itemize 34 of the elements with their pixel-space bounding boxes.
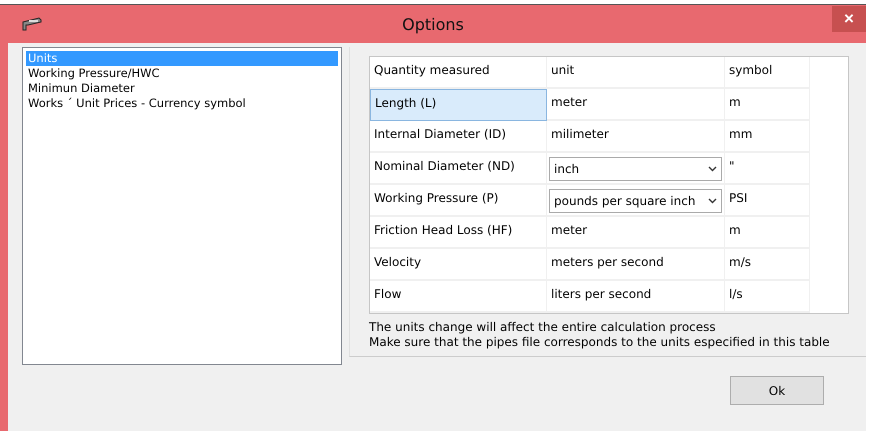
table-cell: meters per second <box>547 249 725 281</box>
table-cell: l/s <box>725 281 810 313</box>
table-cell: PSI <box>725 185 810 217</box>
column-header: symbol <box>725 57 810 89</box>
table-cell: liters per second <box>547 281 725 313</box>
table-cell[interactable]: Nominal Diameter (ND) <box>370 153 547 185</box>
table-cell: milimeter <box>547 121 725 153</box>
table-cell: m <box>725 89 810 121</box>
table-cell[interactable]: Friction Head Loss (HF) <box>370 217 547 249</box>
window-title: Options <box>402 14 464 34</box>
chevron-icon <box>708 198 717 204</box>
chevron-icon <box>708 166 717 172</box>
table-cell[interactable]: Internal Diameter (ID) <box>370 121 547 153</box>
table-cell: mm <box>725 121 810 153</box>
close-button[interactable]: × <box>832 6 866 32</box>
table-cell[interactable]: Working Pressure (P) <box>370 185 547 217</box>
column-header: unit <box>547 57 725 89</box>
note-text: The units change will affect the entire calculation process <box>369 320 717 335</box>
table-cell: " <box>725 153 810 185</box>
table-cell: meter <box>547 89 725 121</box>
unit-dropdown[interactable]: inch <box>549 157 722 181</box>
table-cell: meter <box>547 217 725 249</box>
list-item[interactable]: Minimun Diameter <box>26 81 338 96</box>
unit-dropdown[interactable]: pounds per square inch <box>549 189 722 213</box>
list-item[interactable]: Working Pressure/HWC <box>26 66 338 81</box>
table-cell: m/s <box>725 249 810 281</box>
note-text: Make sure that the pipes file corresponds to the units especified in this table <box>369 335 831 350</box>
list-item[interactable]: Works ´ Unit Prices - Currency symbol <box>26 96 338 111</box>
table-cell[interactable]: Flow <box>370 281 547 313</box>
table-cell[interactable]: Length (L) <box>370 89 547 121</box>
table-cell[interactable]: Velocity <box>370 249 547 281</box>
ok-button[interactable]: Ok <box>730 376 824 405</box>
app-icon <box>22 17 42 31</box>
table-cell: m <box>725 217 810 249</box>
